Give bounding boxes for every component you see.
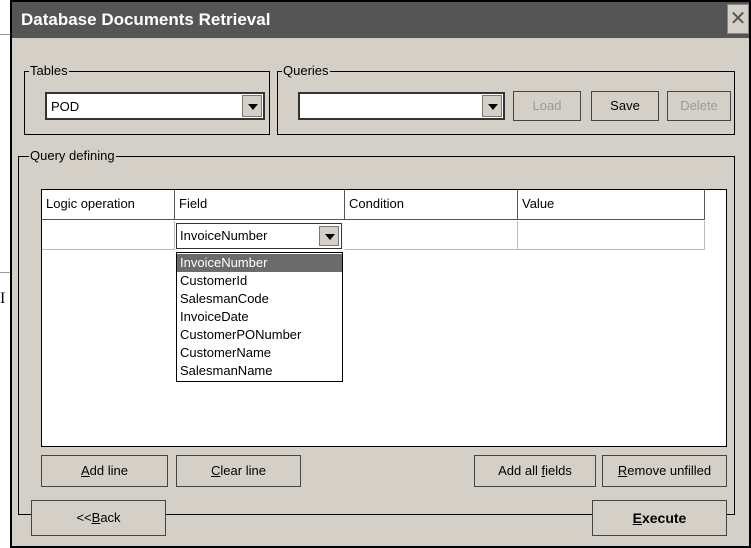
field-options-list[interactable]: InvoiceNumber CustomerId SalesmanCode In… [176,252,343,382]
cell-condition[interactable] [345,221,518,250]
background-divider [0,272,10,273]
query-grid[interactable]: Logic operation Field Condition Value [41,189,727,447]
cell-value[interactable] [518,221,705,250]
add-line-accel: A [81,463,90,478]
field-option-salesman-name[interactable]: SalesmanName [177,362,342,380]
field-option-invoice-number[interactable]: InvoiceNumber [177,254,342,272]
queries-legend: Queries [282,63,330,78]
chevron-down-icon [248,104,258,110]
column-header-value[interactable]: Value [518,190,705,220]
execute-button[interactable]: Execute [592,500,727,536]
field-select[interactable]: InvoiceNumber [176,223,342,249]
column-header-field[interactable]: Field [175,190,345,220]
background-glyph: I [0,290,6,307]
back-button[interactable]: <<Back [31,500,166,536]
remove-unfilled-label: emove unfilled [627,463,712,478]
tables-group: Tables POD [24,63,270,135]
tables-selected-value: POD [51,99,80,114]
add-all-fields-label: ields [545,463,572,478]
add-all-fields-button[interactable]: Add all fields [474,455,596,487]
cell-logic[interactable] [42,221,175,250]
background-app-strip: I [0,0,10,548]
window-title: Database Documents Retrieval [21,10,271,29]
back-prefix: << [76,510,92,525]
chevron-down-icon [488,104,498,110]
save-button[interactable]: Save [591,91,659,121]
back-accel: B [91,510,101,525]
clear-line-button[interactable]: Clear line [176,455,301,487]
field-option-customer-po-number[interactable]: CustomerPONumber [177,326,342,344]
execute-label: xecute [641,510,687,526]
load-button[interactable]: Load [513,91,581,121]
tables-dropdown-button[interactable] [242,95,262,117]
queries-dropdown-button[interactable] [482,95,502,117]
chevron-down-icon [325,234,335,240]
field-option-customer-id[interactable]: CustomerId [177,272,342,290]
back-label: ack [100,510,121,525]
queries-group: Queries Load Save Delete [277,63,735,135]
field-selected-value: InvoiceNumber [180,228,268,243]
field-dropdown-button[interactable] [319,226,339,246]
tables-legend: Tables [29,63,69,78]
tables-select[interactable]: POD [45,92,265,120]
column-header-logic[interactable]: Logic operation [42,190,175,220]
remove-unfilled-accel: R [617,463,628,478]
field-option-salesman-code[interactable]: SalesmanCode [177,290,342,308]
add-line-label: dd line [89,463,128,478]
close-icon[interactable]: ✕ [727,4,749,34]
queries-select[interactable] [298,92,505,120]
column-header-condition[interactable]: Condition [345,190,518,220]
execute-accel: E [632,510,642,526]
remove-unfilled-button[interactable]: Remove unfilled [602,455,727,487]
title-bar[interactable]: Database Documents Retrieval ✕ [12,2,749,38]
add-line-button[interactable]: Add line [41,455,168,487]
delete-button[interactable]: Delete [667,91,731,121]
background-divider [0,34,10,35]
query-defining-legend: Query defining [29,148,116,163]
add-all-fields-prefix: Add all [498,463,542,478]
field-option-customer-name[interactable]: CustomerName [177,344,342,362]
clear-line-accel: C [211,463,221,478]
clear-line-label: lear line [220,463,266,478]
field-option-invoice-date[interactable]: InvoiceDate [177,308,342,326]
